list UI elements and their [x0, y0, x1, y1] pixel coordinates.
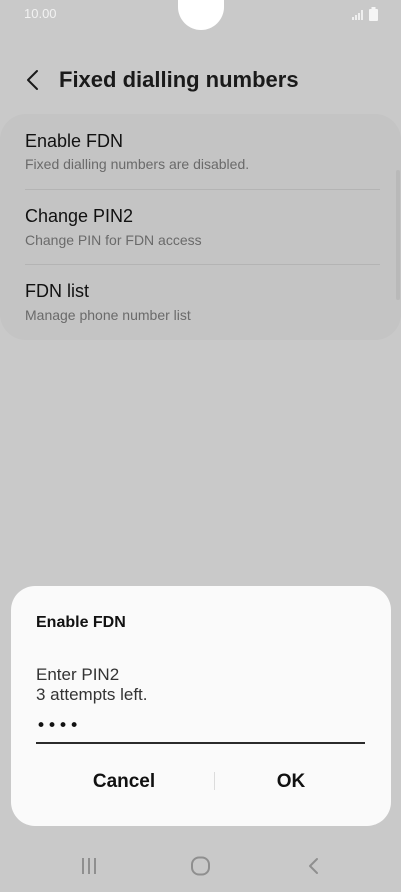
settings-item-change-pin2[interactable]: Change PIN2 Change PIN for FDN access — [0, 190, 401, 265]
settings-list: Enable FDN Fixed dialling numbers are di… — [0, 114, 401, 340]
settings-item-title: Enable FDN — [25, 131, 124, 151]
dialog-message-line: Enter PIN2 — [36, 665, 120, 684]
battery-icon — [369, 7, 378, 21]
pin2-input[interactable] — [36, 710, 365, 744]
settings-item-enable-fdn[interactable]: Enable FDN Fixed dialling numbers are di… — [0, 114, 401, 189]
cancel-button[interactable]: Cancel — [49, 762, 199, 802]
dialog-title: Enable FDN — [36, 614, 126, 631]
enable-fdn-dialog: Enable FDN Enter PIN2 3 attempts left. C… — [11, 586, 391, 826]
page-title: Fixed dialling numbers — [59, 67, 299, 92]
dialog-message-line: 3 attempts left. — [36, 685, 148, 704]
recent-apps-icon[interactable] — [80, 856, 98, 876]
app-header: Fixed dialling numbers — [0, 56, 401, 106]
nav-back-icon[interactable] — [306, 856, 322, 876]
status-bar: 10.00 — [0, 0, 401, 30]
settings-item-subtitle: Fixed dialling numbers are disabled. — [25, 156, 250, 172]
status-time: 10.00 — [24, 6, 57, 21]
signal-icon — [352, 10, 363, 20]
camera-notch — [178, 0, 224, 30]
home-icon[interactable] — [190, 856, 212, 876]
button-divider — [214, 772, 215, 790]
ok-button[interactable]: OK — [221, 762, 361, 802]
settings-item-title: FDN list — [25, 281, 89, 301]
settings-item-subtitle: Change PIN for FDN access — [25, 232, 202, 248]
settings-item-fdn-list[interactable]: FDN list Manage phone number list — [0, 265, 401, 340]
back-arrow-icon[interactable] — [24, 68, 42, 92]
settings-item-subtitle: Manage phone number list — [25, 307, 191, 323]
scrollbar[interactable] — [396, 170, 400, 300]
settings-item-title: Change PIN2 — [25, 206, 134, 226]
navigation-bar — [0, 840, 401, 892]
dialog-message: Enter PIN2 3 attempts left. — [36, 665, 148, 705]
